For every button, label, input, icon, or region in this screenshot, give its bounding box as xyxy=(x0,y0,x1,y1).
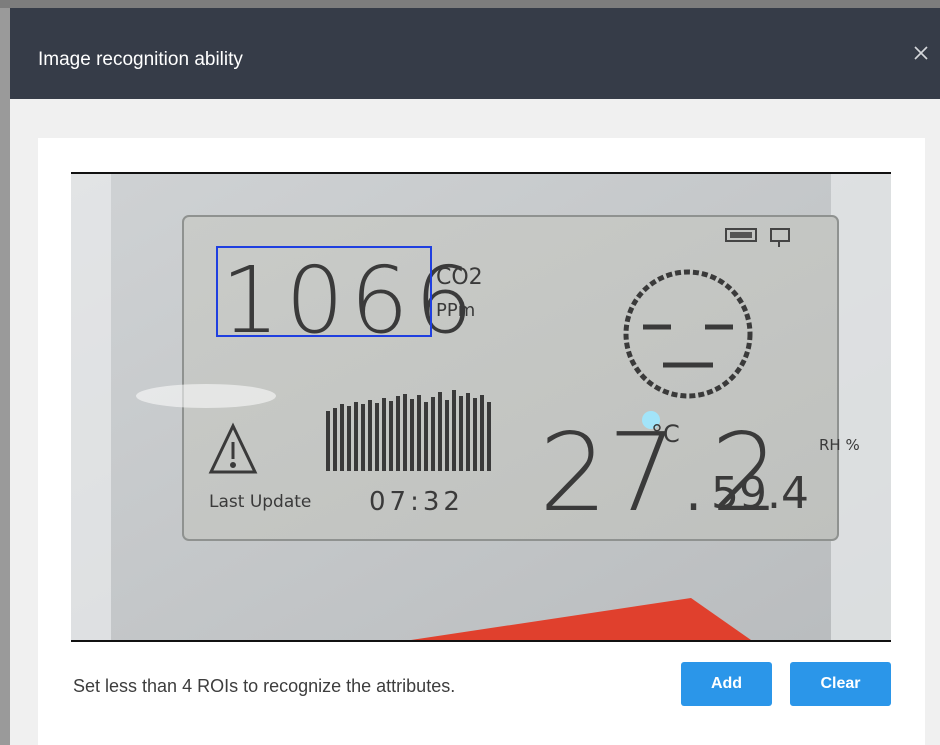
add-roi-button[interactable]: Add xyxy=(681,662,772,706)
recognition-panel: 1066 CO2 PPm Last Update 07:32 27.2 °C 5… xyxy=(38,138,925,745)
co2-label: CO2 xyxy=(436,265,483,290)
dialog-title: Image recognition ability xyxy=(38,49,243,70)
lcd-device-image: 1066 CO2 PPm Last Update 07:32 27.2 °C 5… xyxy=(71,174,891,640)
close-button[interactable] xyxy=(908,40,934,66)
humidity-value: 59.4 xyxy=(711,468,809,519)
last-update-label: Last Update xyxy=(209,492,311,512)
temperature-unit: °C xyxy=(651,420,680,448)
humidity-unit: RH % xyxy=(819,436,860,454)
camera-snapshot[interactable]: 1066 CO2 PPm Last Update 07:32 27.2 °C 5… xyxy=(71,172,891,642)
roi-hint-text: Set less than 4 ROIs to recognize the at… xyxy=(73,676,456,696)
co2-unit: PPm xyxy=(436,300,475,321)
page-backdrop xyxy=(0,0,940,8)
close-icon xyxy=(914,46,928,60)
last-update-time: 07:32 xyxy=(369,487,464,517)
dialog-header: Image recognition ability xyxy=(10,8,940,99)
image-recognition-dialog: Image recognition ability 1066 CO2 PPm L… xyxy=(10,8,940,745)
clear-roi-button[interactable]: Clear xyxy=(790,662,891,706)
